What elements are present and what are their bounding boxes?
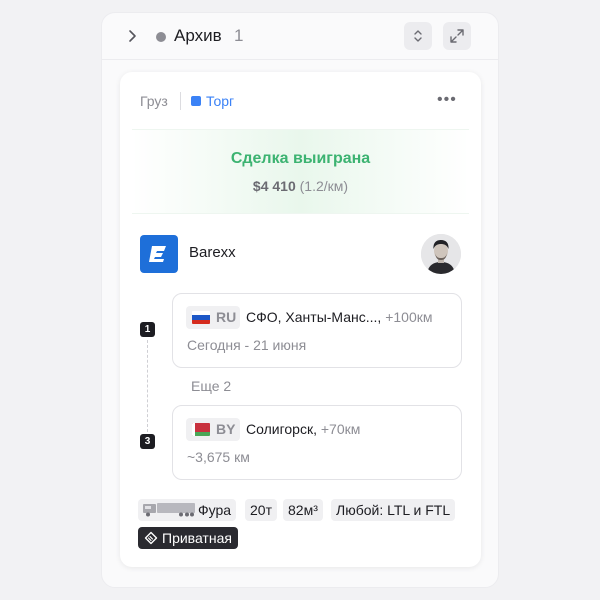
load-type-tag: Любой: LTL и FTL: [331, 499, 456, 521]
expand-button[interactable]: [443, 22, 471, 50]
place-name: Солигорск,: [246, 421, 317, 437]
stop-place: СФО, Ханты-Манс..., +100км: [246, 309, 433, 325]
extra-distance: +70км: [320, 421, 361, 437]
more-icon[interactable]: •••: [437, 91, 457, 109]
private-label: Приватная: [162, 530, 232, 546]
panel-count: 1: [234, 26, 244, 45]
stop-date: Сегодня - 21 июня: [187, 337, 307, 353]
deal-price: $4 410: [252, 178, 296, 194]
deal-rate: (1.2/км): [299, 178, 349, 194]
source-label: Торг: [206, 93, 235, 109]
country-code: BY: [216, 421, 236, 437]
handshake-icon: [144, 531, 158, 545]
status-price-line: $4 410 (1.2/км): [132, 178, 469, 194]
truck-tag: Фура: [138, 499, 236, 521]
status-banner: Сделка выиграна $4 410 (1.2/км): [132, 129, 469, 214]
panel-header[interactable]: Архив 1: [102, 13, 498, 60]
private-badge: Приватная: [138, 527, 238, 549]
stop-number: 3: [140, 434, 155, 449]
cargo-type-label: Груз: [140, 93, 168, 109]
torg-marker: [191, 96, 201, 106]
panel-title: Архив: [174, 26, 222, 45]
deal-card[interactable]: Груз Торг ••• Сделка выиграна $4 410 (1.…: [120, 72, 481, 567]
truck-label: Фура: [198, 502, 232, 518]
volume-tag: 82м³: [283, 499, 323, 521]
sort-icon: [414, 30, 422, 42]
status-title: Сделка выиграна: [230, 150, 371, 167]
truck-icon: [143, 503, 195, 517]
sort-button[interactable]: [404, 22, 432, 50]
expand-icon: [450, 29, 464, 43]
more-stops-link[interactable]: Еще 2: [191, 378, 231, 394]
place-name: СФО, Ханты-Манс...,: [246, 309, 382, 325]
country-code: RU: [216, 309, 237, 325]
stop-place: Солигорск, +70км: [246, 421, 360, 437]
avatar[interactable]: [421, 234, 461, 274]
country-chip: BY: [186, 418, 240, 441]
chevron-right-icon[interactable]: [124, 28, 140, 44]
status-dot: [156, 32, 166, 42]
company-logo-icon: [140, 235, 178, 273]
stop-number: 1: [140, 322, 155, 337]
flag-by-icon: [192, 423, 210, 436]
extra-distance: +100км: [385, 309, 433, 325]
divider: [180, 92, 181, 110]
route-stop-origin[interactable]: RU СФО, Ханты-Манс..., +100км Сегодня - …: [172, 293, 462, 368]
flag-ru-icon: [192, 311, 210, 324]
company-name[interactable]: Barexx: [189, 244, 236, 261]
stop-distance: ~3,675 км: [187, 449, 250, 465]
route-stop-destination[interactable]: BY Солигорск, +70км ~3,675 км: [172, 405, 462, 480]
route-line: [147, 340, 148, 432]
country-chip: RU: [186, 306, 240, 329]
weight-tag: 20т: [245, 499, 277, 521]
